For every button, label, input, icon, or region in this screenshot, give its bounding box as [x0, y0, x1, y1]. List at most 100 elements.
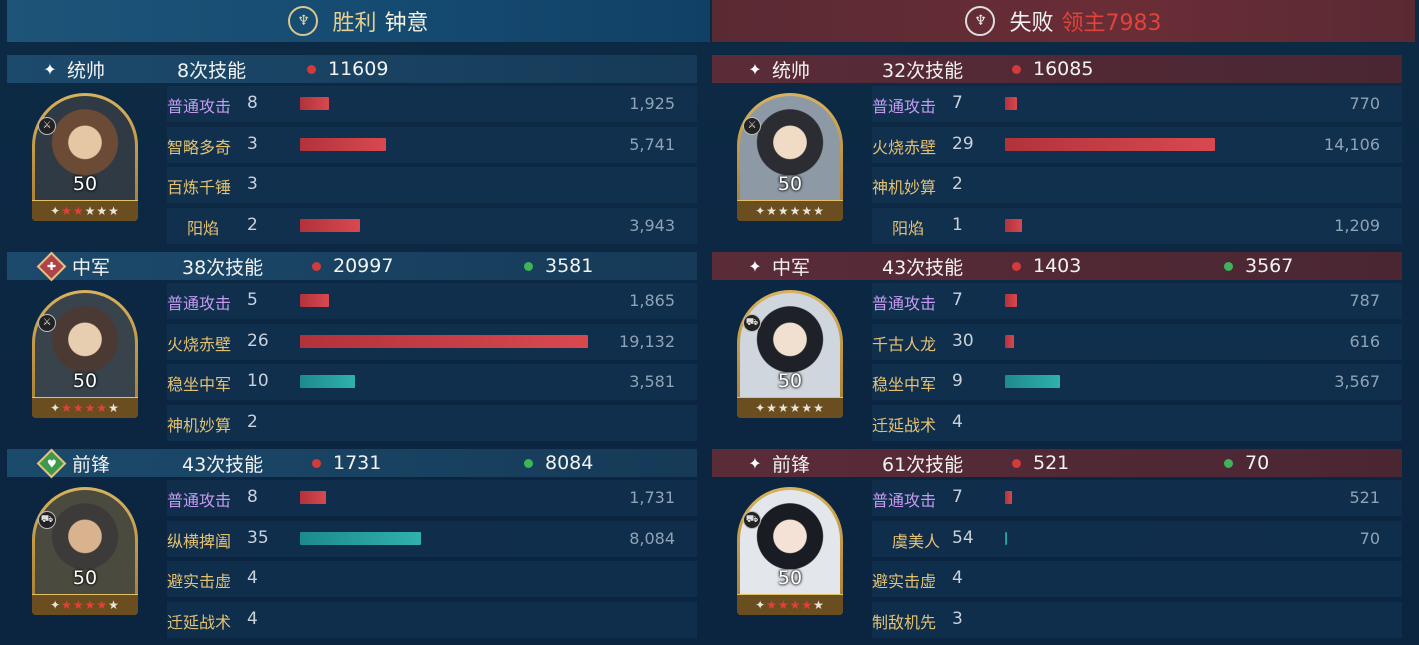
skill-name: 阳焰 — [187, 219, 220, 238]
skill-value-bar — [1005, 335, 1014, 348]
role-icon: ✦ — [43, 59, 57, 79]
skill-count: 29 — [952, 134, 974, 154]
unit-header: ✦ 前锋 61次技能 521 70 — [712, 449, 1402, 477]
unit-header: ♥ 前锋 43次技能 1731 8084 — [7, 448, 697, 478]
damage-total: 521 — [1012, 452, 1224, 474]
heal-total: 3581 — [524, 255, 593, 277]
skill-value: 787 — [1349, 291, 1380, 310]
heal-value: 70 — [1245, 452, 1270, 474]
skill-row: 神机妙算 2 — [167, 405, 697, 441]
skill-cast-count: 43次技能 — [882, 256, 964, 279]
star-rating: ✦★★★★★ — [737, 594, 843, 615]
skill-count: 2 — [247, 412, 258, 432]
unit-header: ✦ 中军 43次技能 1403 3567 — [712, 252, 1402, 280]
skill-count: 8 — [247, 487, 258, 507]
skill-row: 智略多奇 3 5,741 — [167, 127, 697, 163]
skill-value-bar — [1005, 219, 1022, 232]
skill-count: 30 — [952, 331, 974, 351]
skill-value-bar — [300, 375, 355, 388]
role-label: 中军 — [772, 256, 811, 279]
hero-portrait[interactable]: ⛟ 50 ✦★★★★★ — [737, 487, 843, 615]
winner-panel: ♆ 胜利 钟意 ✦ 统帅 8次技能 11609 ⚔ 50 ✦★★★★★ 普通攻击 8 1,925 智… — [7, 0, 710, 645]
hero-portrait[interactable]: ⚔ 50 ✦★★★★★ — [737, 93, 843, 221]
hero-level: 50 — [72, 567, 98, 589]
skill-cast-count: 38次技能 — [182, 256, 264, 279]
heal-total: 3567 — [1224, 255, 1293, 277]
damage-dot-icon — [307, 64, 316, 74]
role-label: 中军 — [72, 256, 111, 279]
skill-row: 火烧赤壁 26 19,132 — [167, 324, 697, 360]
hero-portrait[interactable]: ⛟ 50 ✦★★★★★ — [32, 487, 138, 615]
hero-level: 50 — [777, 173, 803, 195]
unit-card: ✦ 统帅 8次技能 11609 ⚔ 50 ✦★★★★★ 普通攻击 8 1,925 智略多奇 3 5,74… — [7, 55, 710, 250]
heal-dot-icon — [524, 261, 533, 271]
skill-name: 迁延战术 — [167, 613, 232, 632]
skill-value: 19,132 — [619, 332, 675, 351]
hero-portrait[interactable]: ⛟ 50 ✦★★★★★ — [737, 290, 843, 418]
damage-dot-icon — [1012, 64, 1021, 74]
skill-row: 普通攻击 7 770 — [872, 86, 1402, 122]
skill-row: 普通攻击 7 787 — [872, 283, 1402, 319]
heal-total: 70 — [1224, 452, 1269, 474]
skill-count: 1 — [952, 215, 963, 235]
skill-value-bar — [1005, 491, 1012, 504]
damage-dot-icon — [1012, 458, 1021, 468]
skill-count: 3 — [247, 134, 258, 154]
skill-name: 百炼千锤 — [167, 178, 232, 197]
skill-name: 阳焰 — [892, 219, 925, 238]
skill-row: 阳焰 1 1,209 — [872, 208, 1402, 244]
skill-count: 5 — [247, 290, 258, 310]
result-label: 失败 — [1009, 11, 1054, 36]
damage-dot-icon — [312, 458, 321, 468]
skill-row: 避实击虚 4 — [167, 561, 697, 597]
unit-type-icon: ⛟ — [38, 511, 56, 529]
unit-header: ✦ 统帅 8次技能 11609 — [7, 55, 697, 83]
hero-portrait[interactable]: ⚔ 50 ✦★★★★★ — [32, 93, 138, 221]
role-label: 前锋 — [72, 453, 111, 476]
winner-banner: ♆ 胜利 钟意 — [7, 0, 710, 42]
skill-name: 普通攻击 — [872, 294, 937, 313]
skill-row: 神机妙算 2 — [872, 167, 1402, 203]
skill-count: 35 — [247, 528, 269, 548]
skill-row: 普通攻击 8 1,731 — [167, 480, 697, 516]
hero-level: 50 — [72, 173, 98, 195]
skill-name: 稳坐中军 — [167, 375, 232, 394]
role-icon: ♥ — [36, 448, 67, 478]
damage-value: 521 — [1033, 452, 1070, 474]
heal-value: 3581 — [545, 255, 594, 277]
skill-value-bar — [1005, 532, 1007, 545]
skill-row: 普通攻击 7 521 — [872, 480, 1402, 516]
skill-row: 纵横捭阖 35 8,084 — [167, 521, 697, 557]
skill-count: 7 — [952, 487, 963, 507]
skill-value: 3,567 — [1334, 372, 1380, 391]
skill-row: 稳坐中军 9 3,567 — [872, 364, 1402, 400]
skill-cast-count: 61次技能 — [882, 453, 964, 476]
unit-card: ✚ 中军 38次技能 20997 3581 ⚔ 50 ✦★★★★★ 普通攻击 5 1,865 火烧赤壁… — [7, 251, 710, 447]
skill-value: 5,741 — [629, 135, 675, 154]
loser-banner: ♆ 失败 领主7983 — [712, 0, 1415, 42]
skill-count: 10 — [247, 371, 269, 391]
damage-total: 11609 — [307, 58, 519, 80]
skill-name: 火烧赤壁 — [872, 138, 937, 157]
skill-value-bar — [300, 138, 386, 151]
skill-row: 虞美人 54 70 — [872, 521, 1402, 557]
skill-value-bar — [300, 294, 329, 307]
skill-value: 1,209 — [1334, 216, 1380, 235]
hero-level: 50 — [777, 370, 803, 392]
heal-dot-icon — [1224, 261, 1233, 271]
skill-name: 避实击虚 — [872, 572, 937, 591]
hero-portrait[interactable]: ⚔ 50 ✦★★★★★ — [32, 290, 138, 418]
skill-row: 阳焰 2 3,943 — [167, 208, 697, 244]
skill-row: 避实击虚 4 — [872, 561, 1402, 597]
skill-name: 稳坐中军 — [872, 375, 937, 394]
unit-card: ✦ 中军 43次技能 1403 3567 ⛟ 50 ✦★★★★★ 普通攻击 7 787 千古人龙 30 6… — [712, 252, 1415, 447]
skill-value-bar — [1005, 97, 1017, 110]
skill-row: 迁延战术 4 — [167, 602, 697, 638]
skill-value-bar — [300, 97, 329, 110]
damage-dot-icon — [312, 261, 321, 271]
skill-row: 千古人龙 30 616 — [872, 324, 1402, 360]
skill-row: 制敌机先 3 — [872, 602, 1402, 638]
damage-value: 1403 — [1033, 255, 1082, 277]
skill-count: 4 — [247, 609, 258, 629]
skill-name: 普通攻击 — [872, 97, 937, 116]
